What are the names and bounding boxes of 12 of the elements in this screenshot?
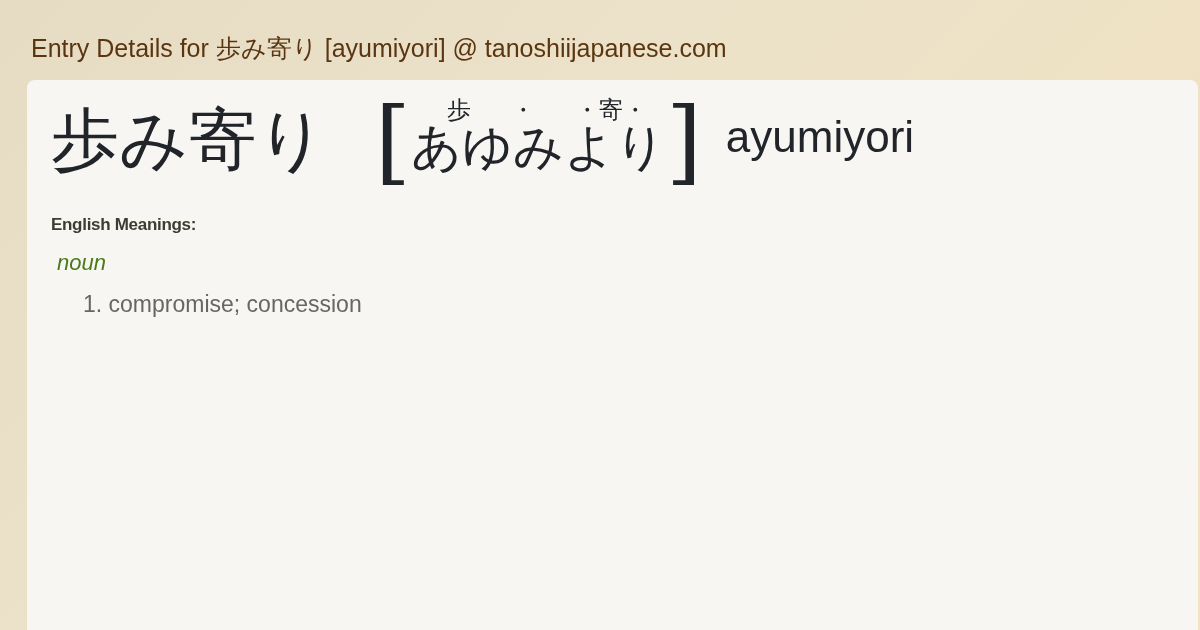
furigana: 歩 [446, 95, 471, 122]
bracket: ] [665, 96, 702, 188]
page-title: Entry Details for 歩み寄り [ayumiyori] @ tanoshiijapanese.com [30, 33, 728, 64]
headword: 歩み寄り [51, 106, 327, 181]
meaning: 1. compromise; concession [83, 289, 363, 319]
bracket: [ [375, 96, 411, 188]
romaji: ayumiyori [725, 111, 915, 163]
section-label: English Meanings: [51, 214, 198, 236]
furigana: ・寄・ [574, 95, 647, 122]
furigana: ・ [510, 95, 535, 122]
part-of-speech: noun [57, 248, 107, 277]
reading: あゆみより [410, 122, 666, 178]
